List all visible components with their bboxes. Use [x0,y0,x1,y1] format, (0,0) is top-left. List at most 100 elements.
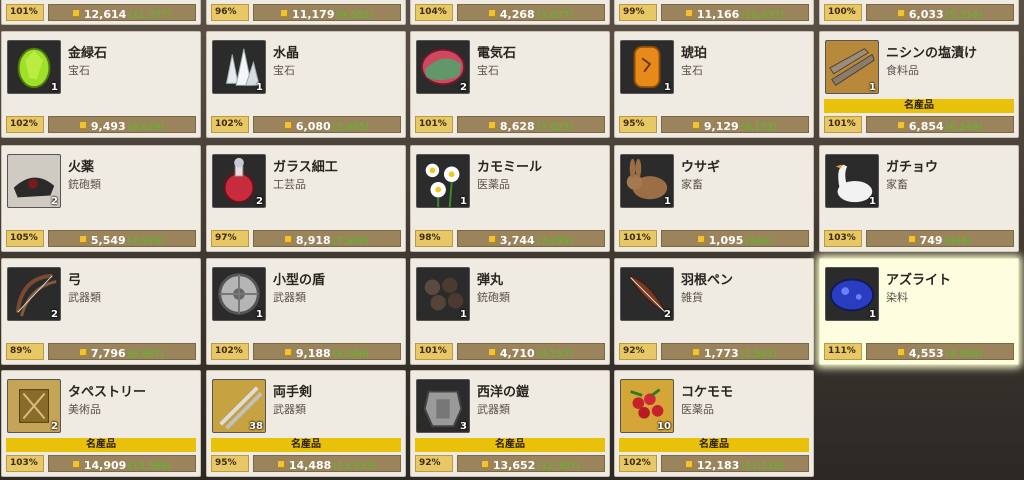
item-name: 電気石 [477,46,517,61]
specialty-badge: 名産品 [415,438,605,452]
item-card-azurite[interactable]: 1 アズライト 染料 111% 4,553 (4,050) [819,258,1019,365]
coin-icon [692,349,700,356]
specialty-badge: 名産品 [619,438,809,452]
price-box: 7,796 (6,987) [48,343,196,360]
item-card-goose[interactable]: 1 ガチョウ 家畜 103% 749 (646) [819,145,1019,252]
item-card-tapestry[interactable]: 2 タペストリー 美術品 名産品 103% 14,909 (13,588) [1,370,201,477]
price: 1,773 [703,347,739,360]
item-quantity: 1 [869,309,876,320]
item-card-salted-herring[interactable]: 1 ニシンの塩漬け 食料品 名産品 101% 6,854 (6,249) [819,31,1019,138]
item-card-quill-pen[interactable]: 2 羽根ペン 雑貨 92% 1,773 (1,561) [614,258,814,365]
price-percent: 102% [211,116,249,133]
item-quantity: 38 [249,421,263,432]
coin-icon [284,236,292,243]
price-box: 12,614 (11,377) [48,4,196,21]
price-box: 11,166 (10,037) [661,4,809,21]
item-card-rabbit[interactable]: 1 ウサギ 家畜 101% 1,095 (946) [614,145,814,252]
item-name: 火薬 [68,160,95,175]
item-card-amber[interactable]: 1 琥珀 宝石 95% 9,129 (8,153) [614,31,814,138]
item-card-peridot-gem[interactable]: 1 金緑石 宝石 102% 9,493 (8,629) [1,31,201,138]
item-card-two-handed-sword[interactable]: 38 両手剣 武器類 名産品 95% 14,488 (13,333) [206,370,406,477]
item-card-partial[interactable]: 104% 4,268 (3,877) [410,0,610,25]
item-name: カモミール [477,160,543,175]
price: 9,129 [703,120,739,133]
price-box: 4,553 (4,050) [866,343,1014,360]
original-price: (8,206) [332,349,370,360]
price-box: 11,179 (9,502) [253,4,401,21]
item-card-tourmaline-gem[interactable]: 2 電気石 宝石 101% 8,628 (7,823) [410,31,610,138]
item-category: 武器類 [273,291,306,304]
price: 6,854 [908,120,944,133]
chamomile-icon: 1 [416,154,470,208]
glass-bottle-icon: 2 [212,154,266,208]
item-card-bow[interactable]: 2 弓武器類 89% 7,796 (6,987) [1,258,201,365]
item-card-shield[interactable]: 1 小型の盾 武器類 102% 9,188 (8,206) [206,258,406,365]
item-card-partial[interactable]: 96% 11,179 (9,502) [206,0,406,25]
item-category: 武器類 [477,403,510,416]
price-percent: 101% [6,4,44,21]
price-percent: 89% [6,343,44,360]
armor-icon: 3 [416,379,470,433]
amber-icon: 1 [620,40,674,94]
price: 749 [919,234,943,247]
original-price: (7,823) [536,122,574,133]
item-quantity: 1 [664,82,671,93]
item-card-partial[interactable]: 100% 6,033 (5,314) [819,0,1019,25]
item-name: 両手剣 [273,385,313,400]
item-card-partial[interactable]: 99% 11,166 (10,037) [614,0,814,25]
item-category: 染料 [886,291,908,304]
salted-herring-icon: 1 [825,40,879,94]
price: 11,179 [292,8,335,21]
price-percent: 95% [211,455,249,472]
item-card-partial[interactable]: 101% 12,614 (11,377) [1,0,201,25]
specialty-badge: 名産品 [6,438,196,452]
price: 4,710 [499,347,535,360]
item-category: 工芸品 [273,178,306,191]
original-price: (12,307) [537,461,581,472]
item-card-bullets[interactable]: 1 弾丸 銃砲類 101% 4,710 (4,157) [410,258,610,365]
item-card-crystal[interactable]: 1 水晶 宝石 102% 6,080 (5,405) [206,31,406,138]
price-percent: 97% [211,230,249,247]
item-card-glass-bottle[interactable]: 2 ガラス細工 工芸品 97% 8,918 (7,908) [206,145,406,252]
coin-icon [692,122,700,129]
item-card-armor[interactable]: 3 西洋の鎧 武器類 名産品 92% 13,652 (12,307) [410,370,610,477]
price-percent: 102% [619,455,657,472]
price-box: 1,773 (1,561) [661,343,809,360]
price-box: 3,744 (3,289) [457,230,605,247]
item-quantity: 1 [460,309,467,320]
price: 6,080 [295,120,331,133]
item-name: 小型の盾 [273,273,326,288]
original-price: (8,153) [740,122,778,133]
item-name: ニシンの塩漬け [886,46,978,61]
original-price: (5,405) [332,122,370,133]
item-name: ウサギ [681,160,721,175]
price-box: 14,488 (13,333) [253,455,401,472]
price-box: 749 (646) [866,230,1014,247]
item-category: 銃砲類 [477,291,510,304]
item-category: 医薬品 [681,403,714,416]
price-box: 12,183 (11,118) [661,455,809,472]
quill-pen-icon: 2 [620,267,674,321]
item-category: 宝石 [273,64,295,77]
item-name: 西洋の鎧 [477,385,530,400]
trade-goods-grid: 101% 12,614 (11,377) 96% 11,179 (9,502) 10… [0,0,1024,480]
original-price: (9,502) [336,10,373,21]
price: 14,909 [83,459,127,472]
crystal-icon: 1 [212,40,266,94]
item-category: 宝石 [681,64,703,77]
item-card-lingonberry[interactable]: 10 コケモモ 医薬品 名産品 102% 12,183 (11,118) [614,370,814,477]
original-price: (4,928) [127,236,165,247]
coin-icon [488,122,496,129]
original-price: (11,377) [128,10,172,21]
item-card-gunpowder[interactable]: 2 火薬 銃砲類 105% 5,549 (4,928) [1,145,201,252]
coin-icon [277,461,285,468]
item-category: 食料品 [886,64,919,77]
price: 4,553 [908,347,944,360]
coin-icon [79,349,87,356]
price-box: 4,710 (4,157) [457,343,605,360]
coin-icon [481,461,489,468]
item-card-chamomile[interactable]: 1 カモミール 医薬品 98% 3,744 (3,289) [410,145,610,252]
original-price: (5,314) [945,10,983,21]
price-box: 9,493 (8,629) [48,116,196,133]
coin-icon [897,349,905,356]
